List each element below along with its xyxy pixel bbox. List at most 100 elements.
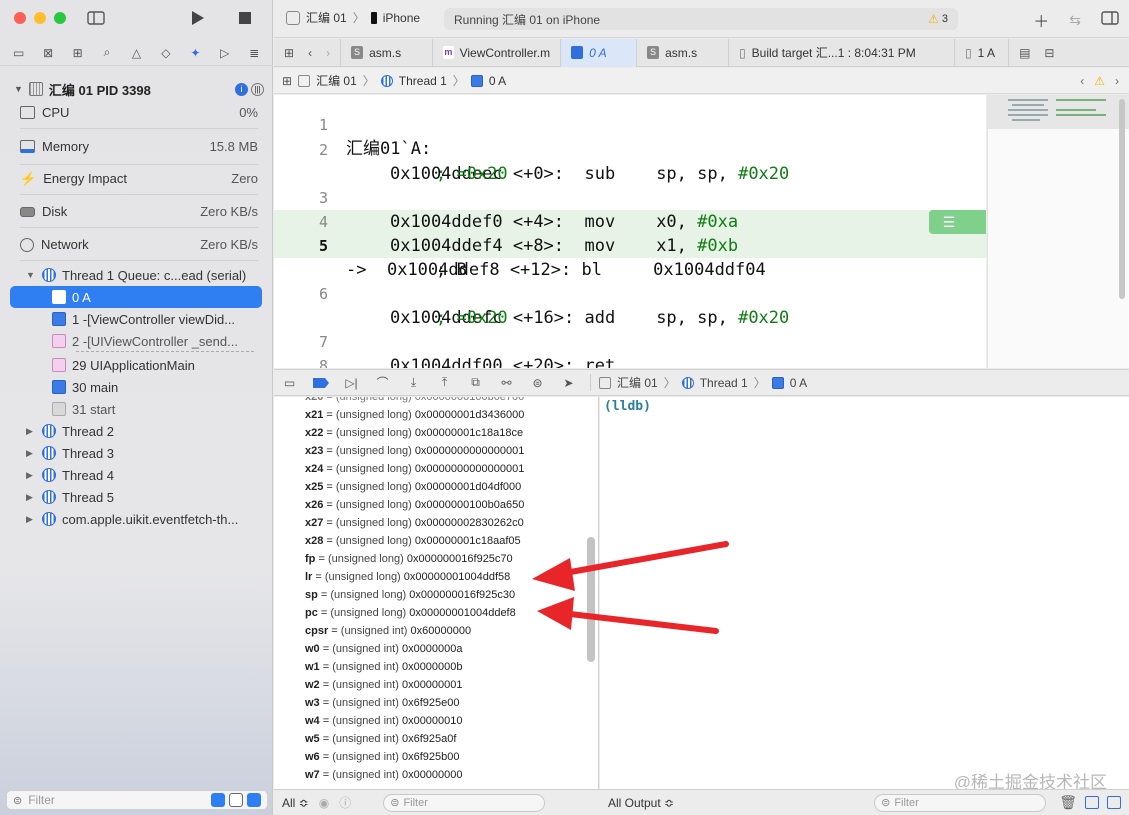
hide-debug-area-icon[interactable]: ▭ [274, 369, 305, 396]
sidebar-toggle-icon[interactable] [85, 8, 107, 28]
disclosure-right-icon[interactable]: ▶ [26, 448, 36, 459]
disassembly-editor[interactable]: ☰ 1 汇编01`A: 2 0x1004ddeec <+0>: sub sp, … [274, 95, 986, 368]
variable-row[interactable]: w2 = (unsigned int) 0x00000001 [305, 676, 463, 694]
warnings-indicator[interactable]: ⚠ 3 [928, 12, 948, 26]
split-editor-icon[interactable]: ⊟ [1044, 46, 1054, 60]
variable-row[interactable]: cpsr = (unsigned int) 0x60000000 [305, 622, 471, 640]
info-icon[interactable]: i [235, 82, 248, 96]
variable-row[interactable]: w5 = (unsigned int) 0x6f925a0f [305, 730, 456, 748]
minimize-window-button[interactable] [34, 12, 46, 24]
thread-row[interactable]: ▶ Thread 3 [26, 442, 262, 464]
gauge-energy[interactable]: ⚡ Energy Impact Zero [20, 163, 258, 195]
jump-item-thread[interactable]: Thread 1 [399, 74, 447, 88]
zoom-window-button[interactable] [54, 12, 66, 24]
thread-row[interactable]: ▶ Thread 4 [26, 464, 262, 486]
folder-icon[interactable]: ▭ [11, 45, 27, 61]
show-only-crashed-icon[interactable] [211, 793, 225, 807]
back-icon[interactable]: ‹ [308, 46, 312, 60]
memory-graph-icon[interactable]: ⚯ [491, 369, 522, 396]
trash-icon[interactable]: 🗑 [1059, 794, 1077, 811]
frame-row[interactable]: 29 UIApplicationMain [10, 354, 262, 376]
variable-row[interactable]: x22 = (unsigned long) 0x00000001c18a18ce [305, 424, 523, 442]
issue-icon[interactable]: △ [128, 45, 144, 61]
crumb-project[interactable]: 汇编 01 [617, 374, 658, 391]
gauge-network[interactable]: Network Zero KB/s [20, 229, 258, 261]
gauge-cpu[interactable]: CPU 0% [20, 97, 258, 129]
code-review-icon[interactable]: ⇆ [1069, 12, 1081, 29]
frame-row[interactable]: 30 main [10, 376, 262, 398]
info-icon[interactable]: ⓘ [339, 794, 351, 811]
grid-icon[interactable]: ⊞ [284, 46, 294, 60]
test-icon[interactable]: ◇ [158, 45, 174, 61]
thread-row[interactable]: ▶ Thread 2 [26, 420, 262, 442]
lldb-console[interactable]: (lldb) @稀土掘金技术社区 [600, 397, 1129, 792]
stop-button[interactable] [234, 8, 256, 28]
continue-icon[interactable]: ▷| [336, 369, 367, 396]
debug-view-hierarchy-icon[interactable]: ⧉ [460, 369, 491, 396]
variable-row[interactable]: lr = (unsigned long) 0x00000001004ddf58 [305, 568, 510, 586]
run-button[interactable] [187, 8, 209, 28]
output-scope-popup[interactable]: All Output ≎ [608, 796, 674, 810]
variable-row[interactable]: pc = (unsigned long) 0x00000001004ddef8 [305, 604, 516, 622]
breakpoint-icon[interactable]: ▷ [217, 45, 233, 61]
variable-row[interactable]: x23 = (unsigned long) 0x0000000000000001 [305, 442, 524, 460]
quick-look-icon[interactable]: ◉ [319, 796, 329, 810]
disclosure-right-icon[interactable]: ▶ [26, 426, 36, 437]
breakpoints-toggle-icon[interactable] [305, 369, 336, 396]
tab-viewcontroller-m[interactable]: m ViewController.m [433, 38, 562, 67]
disclosure-down-icon[interactable]: ▼ [26, 270, 36, 280]
editor-options-icon[interactable]: ▤ [1019, 46, 1030, 60]
scheme-selector[interactable]: 汇编 01 〉 iPhone [286, 9, 420, 26]
variable-row[interactable]: sp = (unsigned long) 0x000000016f925c30 [305, 586, 515, 604]
warning-icon[interactable]: ⚠ [1094, 74, 1105, 88]
variable-row[interactable]: x28 = (unsigned long) 0x00000001c18aaf05 [305, 532, 521, 550]
variable-row[interactable]: x24 = (unsigned long) 0x0000000000000001 [305, 460, 524, 478]
disclosure-right-icon[interactable]: ▶ [26, 514, 36, 525]
variables-scrollbar[interactable] [587, 537, 595, 662]
thread-row[interactable]: ▶ com.apple.uikit.eventfetch-th... [26, 508, 262, 530]
crumb-frame[interactable]: 0 A [790, 376, 807, 390]
tab-0-a[interactable]: 0 A [561, 38, 638, 67]
show-variables-icon[interactable] [1085, 796, 1099, 809]
editor-scrollbar[interactable] [1119, 99, 1125, 299]
forward-icon[interactable]: › [326, 46, 330, 60]
navigator-filter-field[interactable]: ⊜ Filter [6, 790, 268, 810]
search-icon[interactable]: ⌕ [99, 45, 115, 61]
variables-view[interactable]: x20 = (unsigned long) 0x0000000100b0e700… [274, 397, 599, 789]
crumb-thread[interactable]: Thread 1 [700, 376, 748, 390]
disclosure-down-icon[interactable]: ▼ [14, 84, 23, 94]
environment-overrides-icon[interactable]: ⊜ [522, 369, 553, 396]
jump-item-project[interactable]: 汇编 01 [316, 72, 357, 89]
frame-row[interactable]: 31 start [10, 398, 262, 420]
variable-row[interactable]: w7 = (unsigned int) 0x00000000 [305, 766, 463, 784]
step-into-icon[interactable]: ⤓ [398, 369, 429, 396]
source-control-icon[interactable]: ⊠ [40, 45, 56, 61]
simulate-location-icon[interactable]: ➤ [553, 369, 584, 396]
tab-build-log[interactable]: ▯ Build target 汇...1 : 8:04:31 PM [729, 38, 956, 67]
variable-row[interactable]: w1 = (unsigned int) 0x0000000b [305, 658, 463, 676]
console-filter-field[interactable]: ⊜ Filter [874, 793, 1047, 812]
jump-item-frame[interactable]: 0 A [489, 74, 506, 88]
previous-issue-icon[interactable]: ‹ [1080, 74, 1084, 88]
minimap[interactable] [987, 95, 1129, 368]
thread-row[interactable]: ▶ Thread 5 [26, 486, 262, 508]
related-items-icon[interactable]: ⊞ [282, 74, 292, 88]
inspector-toggle-icon[interactable] [1101, 10, 1119, 30]
step-over-icon[interactable]: ⌒ [367, 369, 398, 396]
variable-row[interactable]: x27 = (unsigned long) 0x00000002830262c0 [305, 514, 524, 532]
debug-navigator-icon[interactable]: ✦ [187, 45, 203, 61]
frame-row[interactable]: 1 -[ViewController viewDid... [10, 308, 262, 330]
tab-asm-s[interactable]: S asm.s [341, 38, 434, 67]
gauge-disk[interactable]: Disk Zero KB/s [20, 196, 258, 228]
disclosure-right-icon[interactable]: ▶ [26, 492, 36, 503]
gauge-memory[interactable]: Memory 15.8 MB [20, 129, 258, 165]
tab-1-a[interactable]: ▯ 1 A [955, 38, 1010, 67]
variable-row[interactable]: w4 = (unsigned int) 0x00000010 [305, 712, 463, 730]
variable-row[interactable]: w3 = (unsigned int) 0x6f925e00 [305, 694, 459, 712]
frame-row[interactable]: 2 -[UIViewController _send... [10, 330, 262, 352]
show-running-icon[interactable] [229, 793, 243, 807]
tab-asm-s-2[interactable]: S asm.s [637, 38, 730, 67]
next-issue-icon[interactable]: › [1115, 74, 1119, 88]
variable-row[interactable]: fp = (unsigned long) 0x000000016f925c70 [305, 550, 513, 568]
variable-row[interactable]: x21 = (unsigned long) 0x00000001d3436000 [305, 406, 524, 424]
